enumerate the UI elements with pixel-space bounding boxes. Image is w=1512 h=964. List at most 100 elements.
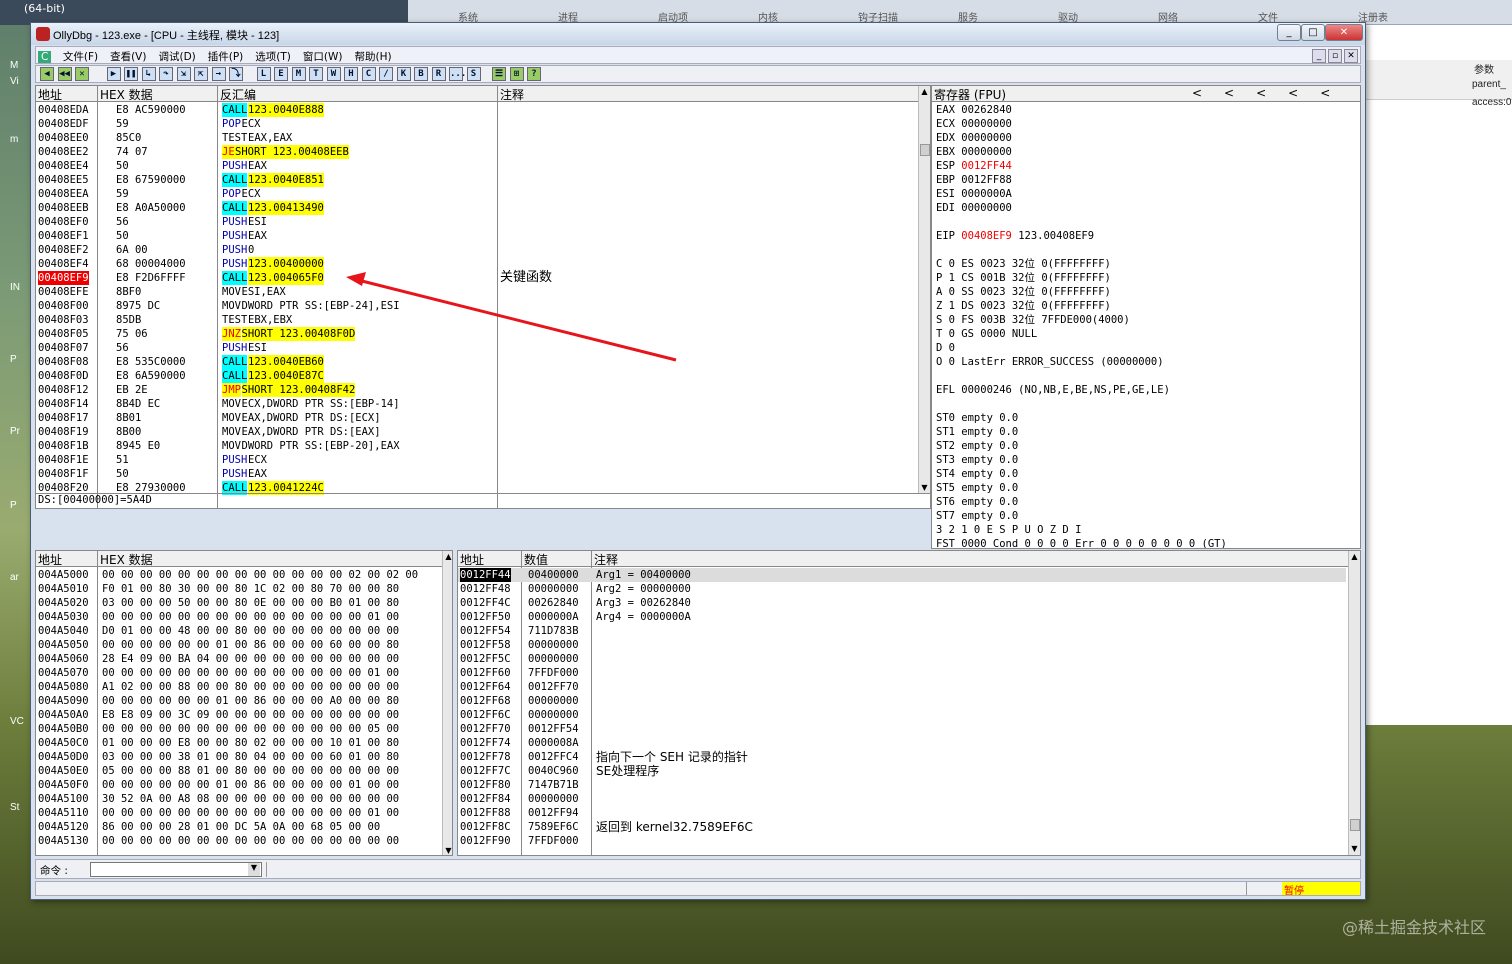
disasm-row[interactable]: 00408EF1 50 PUSH EAX: [36, 229, 916, 243]
stack-row[interactable]: 0012FF4C 00262840 Arg3 = 00262840: [458, 596, 1346, 610]
register-line[interactable]: EBP 0012FF88: [936, 173, 1012, 187]
disasm-row[interactable]: 00408F14 8B4D EC MOV ECX,DWORD PTR SS:[EBP…: [36, 397, 916, 411]
register-line[interactable]: Z 1 DS 0023 32位 0(FFFFFFFF): [936, 299, 1111, 313]
menu-item[interactable]: 查看(V): [104, 47, 152, 66]
disasm-row[interactable]: 00408F12 EB 2E JMP SHORT 123.00408F42: [36, 383, 916, 397]
register-line[interactable]: EBX 00000000: [936, 145, 1012, 159]
col-header-comment[interactable]: 注释: [498, 86, 920, 102]
register-line[interactable]: EFL 00000246 (NO,NB,E,BE,NS,PE,GE,LE): [936, 383, 1170, 397]
register-line[interactable]: FST 0000 Cond 0 0 0 0 Err 0 0 0 0 0 0 0 …: [936, 537, 1227, 548]
dump-header-hex[interactable]: HEX 数据: [98, 551, 444, 567]
scroll-down-icon[interactable]: ▼: [443, 845, 452, 855]
register-line[interactable]: T 0 GS 0000 NULL: [936, 327, 1037, 341]
toolbar-button[interactable]: E: [274, 67, 288, 81]
disasm-row[interactable]: 00408F1E 51 PUSH ECX: [36, 453, 916, 467]
scroll-up-icon[interactable]: ▲: [919, 86, 930, 98]
register-nav-arrows[interactable]: <<<<<: [1192, 86, 1352, 100]
close-button[interactable]: ✕: [1325, 24, 1363, 41]
disasm-row[interactable]: 00408EE5 E8 67590000 CALL 123.0040E851: [36, 173, 916, 187]
disasm-row[interactable]: 00408F19 8B00 MOV EAX,DWORD PTR DS:[EAX]: [36, 425, 916, 439]
stack-row[interactable]: 0012FF50 0000000A Arg4 = 0000000A: [458, 610, 1346, 624]
register-line[interactable]: ST3 empty 0.0: [936, 453, 1018, 467]
toolbar-button[interactable]: ↷: [159, 67, 173, 81]
register-line[interactable]: ST5 empty 0.0: [936, 481, 1018, 495]
menu-item[interactable]: 窗口(W): [297, 47, 349, 66]
disasm-row[interactable]: 00408F0D E8 6A590000 CALL 123.0040E87C: [36, 369, 916, 383]
stack-row[interactable]: 0012FF60 7FFDF000: [458, 666, 1346, 680]
disasm-row[interactable]: 00408EE4 50 PUSH EAX: [36, 159, 916, 173]
stack-row[interactable]: 0012FF8C 7589EF6C 返回到 kernel32.7589EF6C: [458, 820, 1346, 834]
register-line[interactable]: O 0 LastErr ERROR_SUCCESS (00000000): [936, 355, 1164, 369]
stack-row[interactable]: 0012FF5C 00000000: [458, 652, 1346, 666]
register-line[interactable]: ST2 empty 0.0: [936, 439, 1018, 453]
scroll-up-icon[interactable]: ▲: [443, 551, 452, 563]
col-header-address[interactable]: 地址: [36, 86, 98, 102]
mdi-restore-icon[interactable]: ▫: [1328, 49, 1342, 63]
memory-dump-pane[interactable]: 地址 HEX 数据 004A5000 00 00 00 00 00 00 00 0…: [35, 550, 453, 856]
toolbar-button[interactable]: ☰: [492, 67, 506, 81]
stack-row[interactable]: 0012FF90 7FFDF000: [458, 834, 1346, 848]
register-line[interactable]: ST0 empty 0.0: [936, 411, 1018, 425]
title-bar[interactable]: OllyDbg - 123.exe - [CPU - 主线程, 模块 - 123…: [31, 23, 1365, 45]
toolbar-button[interactable]: ▶: [106, 67, 121, 81]
disasm-row[interactable]: 00408EE0 85C0 TEST EAX,EAX: [36, 131, 916, 145]
menu-item[interactable]: 帮助(H): [348, 47, 397, 66]
menu-item[interactable]: 插件(P): [202, 47, 250, 66]
toolbar-button[interactable]: /: [379, 67, 393, 81]
disasm-row[interactable]: 00408F17 8B01 MOV EAX,DWORD PTR DS:[ECX]: [36, 411, 916, 425]
dump-scrollbar[interactable]: ▲ ▼: [442, 551, 452, 855]
stack-row[interactable]: 0012FF54 711D783B: [458, 624, 1346, 638]
disasm-row[interactable]: 00408EF2 6A 00 PUSH 0: [36, 243, 916, 257]
stack-row[interactable]: 0012FF6C 00000000: [458, 708, 1346, 722]
toolbar-button[interactable]: ?: [527, 67, 541, 81]
toolbar-button[interactable]: R: [431, 67, 446, 81]
register-line[interactable]: EDI 00000000: [936, 201, 1012, 215]
disasm-row[interactable]: 00408EF4 68 00004000 PUSH 123.00400000: [36, 257, 916, 271]
menu-item[interactable]: 文件(F): [57, 47, 104, 66]
toolbar-button[interactable]: ↳: [141, 67, 156, 81]
stack-row[interactable]: 0012FF88 0012FF94: [458, 806, 1346, 820]
stack-row[interactable]: 0012FF74 0000008A: [458, 736, 1346, 750]
disasm-row[interactable]: 00408EEA 59 POP ECX: [36, 187, 916, 201]
stack-row[interactable]: 0012FF58 00000000: [458, 638, 1346, 652]
disassembly-pane[interactable]: 地址 HEX 数据 反汇编 注释 00408EDA E8 AC590000 CALL…: [35, 85, 931, 509]
menu-item[interactable]: 选项(T): [249, 47, 297, 66]
register-line[interactable]: ST1 empty 0.0: [936, 425, 1018, 439]
minimize-button[interactable]: _: [1277, 24, 1301, 41]
dropdown-arrow-icon[interactable]: ▼: [248, 863, 260, 876]
register-line[interactable]: 3 2 1 0 E S P U O Z D I: [936, 523, 1081, 537]
stack-row[interactable]: 0012FF70 0012FF54: [458, 722, 1346, 736]
register-line[interactable]: EDX 00000000: [936, 131, 1012, 145]
toolbar-button[interactable]: ⤵: [229, 67, 243, 81]
stack-row[interactable]: 0012FF64 0012FF70: [458, 680, 1346, 694]
disasm-row[interactable]: 00408F1F 50 PUSH EAX: [36, 467, 916, 481]
register-line[interactable]: C 0 ES 0023 32位 0(FFFFFFFF): [936, 257, 1111, 271]
command-input[interactable]: ▼: [90, 862, 262, 877]
disasm-row[interactable]: 00408EFE 8BF0 MOV ESI,EAX: [36, 285, 916, 299]
stack-row[interactable]: 0012FF84 00000000: [458, 792, 1346, 806]
toolbar-button[interactable]: ❚❚: [124, 67, 138, 81]
stack-header-comment[interactable]: 注释: [592, 551, 1350, 567]
disasm-row[interactable]: 00408F08 E8 535C0000 CALL 123.0040EB60: [36, 355, 916, 369]
register-line[interactable]: ST4 empty 0.0: [936, 467, 1018, 481]
disasm-row[interactable]: 00408EDF 59 POP ECX: [36, 117, 916, 131]
stack-pane[interactable]: 地址 数值 注释 0012FF44 00400000 Arg1 = 00400000…: [457, 550, 1361, 856]
scroll-down-icon[interactable]: ▼: [1349, 843, 1360, 855]
disasm-row[interactable]: 00408EF9 E8 F2D6FFFF CALL 123.004065F0 关键函数: [36, 271, 916, 285]
toolbar-button[interactable]: H: [344, 67, 358, 81]
registers-pane[interactable]: 寄存器 (FPU) <<<<< EAX 00262840 ECX 00000000 E…: [931, 85, 1361, 549]
toolbar-button[interactable]: W: [326, 67, 341, 81]
stack-header-value[interactable]: 数值: [522, 551, 592, 567]
register-line[interactable]: ESP 0012FF44: [936, 159, 1012, 173]
disasm-row[interactable]: 00408EF0 56 PUSH ESI: [36, 215, 916, 229]
toolbar-button[interactable]: ...: [449, 67, 466, 81]
disasm-row[interactable]: 00408EEB E8 A0A50000 CALL 123.00413490: [36, 201, 916, 215]
toolbar-button[interactable]: ◀: [40, 67, 54, 81]
toolbar-button[interactable]: ⊞: [509, 67, 524, 81]
mdi-close-icon[interactable]: ✕: [1344, 49, 1358, 63]
toolbar-button[interactable]: ◀◀: [57, 67, 72, 81]
menu-item[interactable]: 调试(D): [152, 47, 201, 66]
toolbar-button[interactable]: ⇱: [194, 67, 208, 81]
register-line[interactable]: ESI 0000000A: [936, 187, 1012, 201]
toolbar-button[interactable]: ✕: [75, 67, 89, 81]
